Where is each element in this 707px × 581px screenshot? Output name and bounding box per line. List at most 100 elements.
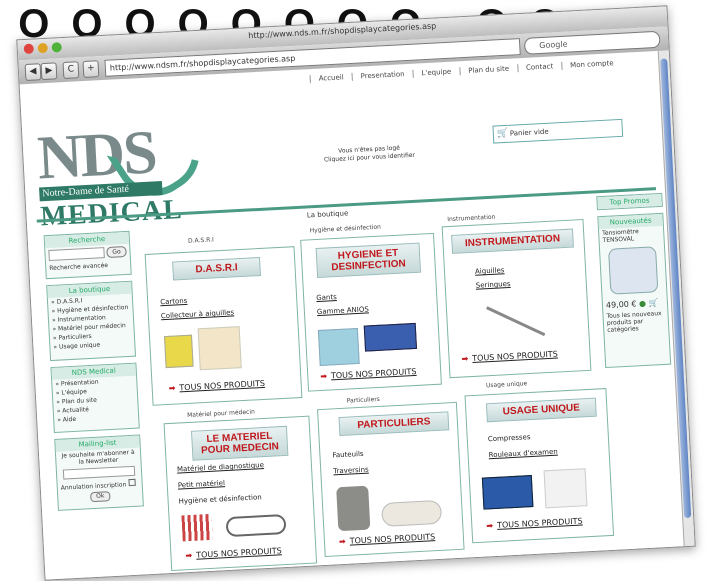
nds-aide-label: Aide xyxy=(62,415,77,424)
category-title-materiel[interactable]: LE MATERIEL POUR MEDECIN xyxy=(190,425,289,461)
top-promos-title: Top Promos xyxy=(597,193,662,210)
all-products-dasri[interactable]: ➡ TOUS NOS PRODUITS xyxy=(169,379,266,393)
link-hygiene-desinfection[interactable]: Hygiène et désinfection xyxy=(178,493,261,505)
browser-window: http://www.nds.m.fr/shopdisplaycategorie… xyxy=(16,5,696,581)
site-logo[interactable]: NDS Notre-Dame de Santé MEDICAL xyxy=(36,108,215,232)
link-seringues[interactable]: Seringues xyxy=(476,280,511,290)
all-products-materiel[interactable]: ➡ TOUS NOS PRODUITS xyxy=(185,546,282,560)
product-image-carton xyxy=(197,326,242,371)
product-image-stethoscope xyxy=(225,513,287,538)
category-title-hygiene[interactable]: HYGIENE ET DESINFECTION xyxy=(315,242,422,279)
category-card-instrumentation: INSTRUMENTATION Aiguilles Seringues ➡ TOU… xyxy=(441,218,592,379)
info-icon[interactable]: ● xyxy=(639,299,646,308)
link-gants[interactable]: Gants xyxy=(316,293,337,302)
menu-usage-unique-label: Usage unique xyxy=(58,341,101,351)
arrow-icon: ➡ xyxy=(320,371,328,381)
nouveautes-box: Nouveautés Tensiomètre TENSOVAL 49,00 € … xyxy=(597,212,672,369)
link-cartons[interactable]: Cartons xyxy=(160,297,188,306)
arrow-icon: ➡ xyxy=(461,354,469,364)
product-image-gloves-box xyxy=(363,322,418,352)
mailing-text: Je souhaite m'abonner à la Newsletter xyxy=(61,448,135,466)
category-title-usage-unique[interactable]: USAGE UNIQUE xyxy=(485,397,597,423)
product-image-armchair xyxy=(336,485,371,532)
link-rouleaux[interactable]: Rouleaux d'examen xyxy=(488,448,557,460)
link-compresses[interactable]: Compresses xyxy=(488,433,531,443)
all-products-hygiene-label: TOUS NOS PRODUITS xyxy=(330,366,417,381)
reload-button[interactable]: C xyxy=(62,61,80,80)
section-label-hygiene: Hygiène et désinfection xyxy=(309,223,382,235)
nds-actualite-label: Actualité xyxy=(62,406,90,415)
product-image-tensiometer[interactable] xyxy=(608,246,659,295)
section-label-materiel: Matériel pour médecin xyxy=(186,408,256,419)
section-label-usage-unique: Usage unique xyxy=(485,380,528,390)
all-products-dasri-label: TOUS NOS PRODUITS xyxy=(179,378,266,393)
nav-equipe[interactable]: L'equipe xyxy=(412,67,460,78)
category-card-usage-unique: USAGE UNIQUE Compresses Rouleaux d'exame… xyxy=(464,388,615,544)
forward-button[interactable]: ▶ xyxy=(40,62,58,81)
mailing-ok-button[interactable]: Ok xyxy=(90,491,111,503)
nds-menu: NDS Medical » Présentation » L'équipe » … xyxy=(50,362,140,434)
section-label-particuliers: Particuliers xyxy=(346,395,381,405)
nav-accueil[interactable]: Accueil xyxy=(309,72,352,84)
arrow-icon: ➡ xyxy=(338,536,346,547)
arrow-icon: ➡ xyxy=(486,521,494,531)
add-bookmark-button[interactable]: + xyxy=(82,60,100,78)
login-info: Vous n'êtes pas logé Cliquez ici pour vo… xyxy=(323,144,415,165)
product-name[interactable]: Tensiomètre TENSOVAL xyxy=(599,226,664,245)
unsubscribe-row[interactable]: Annulation inscription xyxy=(57,477,141,492)
nav-plan-du-site[interactable]: Plan du site xyxy=(459,64,518,76)
link-collecteur[interactable]: Collecteur à aiguilles xyxy=(161,308,235,320)
back-button[interactable]: ◀ xyxy=(24,63,42,82)
product-image-syringe xyxy=(486,306,546,337)
cart-box[interactable]: 🛒 Panier vide xyxy=(492,118,624,144)
unsubscribe-label: Annulation inscription xyxy=(60,481,127,492)
link-fauteuils[interactable]: Fauteuils xyxy=(332,450,364,460)
cart-label: Panier vide xyxy=(509,127,549,138)
category-title-particuliers[interactable]: PARTICULIERS xyxy=(338,411,450,437)
search-go-button[interactable]: Go xyxy=(106,245,127,258)
all-news-link[interactable]: Tous les nouveaux produits par catégorie… xyxy=(603,309,668,335)
category-title-instrumentation[interactable]: INSTRUMENTATION xyxy=(451,228,574,254)
unsubscribe-checkbox[interactable] xyxy=(127,478,136,487)
advanced-search-link[interactable]: Recherche avancée xyxy=(46,260,130,273)
category-card-hygiene: HYGIENE ET DESINFECTION Gants Gamme ANIO… xyxy=(300,232,442,392)
search-placeholder: Google xyxy=(539,39,568,51)
top-promos-box[interactable]: Top Promos xyxy=(596,192,663,211)
mailing-box: Mailing-list Je souhaite m'abonner à la … xyxy=(54,434,144,511)
link-aiguilles[interactable]: Aiguilles xyxy=(475,266,505,276)
all-products-usage-unique[interactable]: ➡ TOUS NOS PRODUITS xyxy=(486,516,583,530)
product-image-rolls xyxy=(543,468,588,509)
all-products-particuliers[interactable]: ➡ TOUS NOS PRODUITS xyxy=(339,532,436,546)
shop-title: La boutique xyxy=(306,209,349,220)
nav-contact[interactable]: Contact xyxy=(516,61,562,73)
link-gamme-anios[interactable]: Gamme ANIOS xyxy=(317,305,369,316)
right-column: Top Promos Nouveautés Tensiomètre TENSOV… xyxy=(596,192,673,369)
category-title-dasri[interactable]: D.A.S.R.I xyxy=(172,256,261,281)
link-materiel-diagnostique[interactable]: Matériel de diagnostique xyxy=(177,461,264,474)
section-label-instrumentation: Instrumentation xyxy=(447,213,496,224)
all-products-particuliers-label: TOUS NOS PRODUITS xyxy=(349,532,436,546)
all-products-instrumentation[interactable]: ➡ TOUS NOS PRODUITS xyxy=(461,350,558,364)
search-box: Recherche Go Recherche avancée xyxy=(43,230,132,280)
search-input[interactable] xyxy=(48,247,105,262)
all-products-instrumentation-label: TOUS NOS PRODUITS xyxy=(472,349,559,363)
product-image-yellow-box xyxy=(163,334,194,369)
all-products-usage-unique-label: TOUS NOS PRODUITS xyxy=(496,516,583,530)
nds-equipe-label: L'équipe xyxy=(61,388,88,397)
link-petit-materiel[interactable]: Petit matériel xyxy=(178,479,226,489)
nav-presentation[interactable]: Presentation xyxy=(351,69,413,81)
product-image-bottles xyxy=(317,327,360,366)
category-card-particuliers: PARTICULIERS Fauteuils Traversins ➡ TOUS … xyxy=(317,401,465,557)
arrow-icon: ➡ xyxy=(185,550,193,561)
all-products-hygiene[interactable]: ➡ TOUS NOS PRODUITS xyxy=(320,367,417,381)
nav-mon-compte[interactable]: Mon compte xyxy=(560,58,622,70)
product-image-pillow xyxy=(381,499,443,527)
section-label-dasri: D.A.S.R.I xyxy=(187,236,214,245)
add-to-cart-icon[interactable]: 🛒 xyxy=(648,298,658,308)
all-products-materiel-label: TOUS NOS PRODUITS xyxy=(195,546,282,560)
product-image-instruments xyxy=(181,513,213,542)
arrow-icon: ➡ xyxy=(168,383,176,393)
page-content: Accueil Presentation L'equipe Plan du si… xyxy=(19,50,685,580)
link-traversins[interactable]: Traversins xyxy=(333,466,369,476)
product-image-compresses xyxy=(481,475,534,510)
